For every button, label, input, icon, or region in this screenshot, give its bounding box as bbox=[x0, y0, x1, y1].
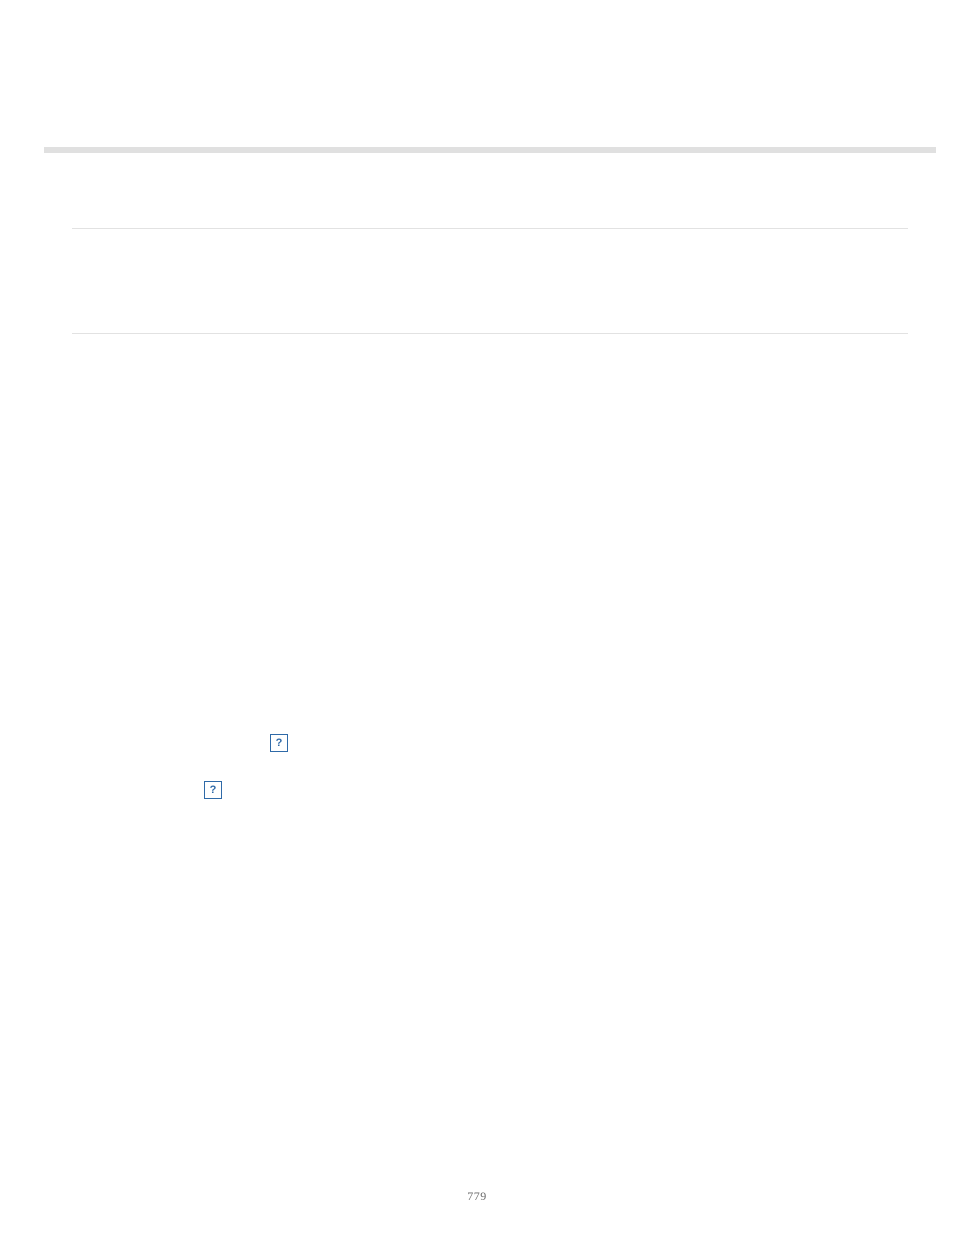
page-content bbox=[72, 228, 908, 794]
rule-gap bbox=[72, 229, 908, 333]
inline-image-row bbox=[72, 734, 908, 794]
missing-image-icon bbox=[204, 781, 222, 799]
missing-image-icon bbox=[270, 734, 288, 752]
header-separator-bar bbox=[44, 147, 936, 153]
page-number: 779 bbox=[0, 1189, 954, 1204]
horizontal-rule-lower bbox=[72, 333, 908, 334]
